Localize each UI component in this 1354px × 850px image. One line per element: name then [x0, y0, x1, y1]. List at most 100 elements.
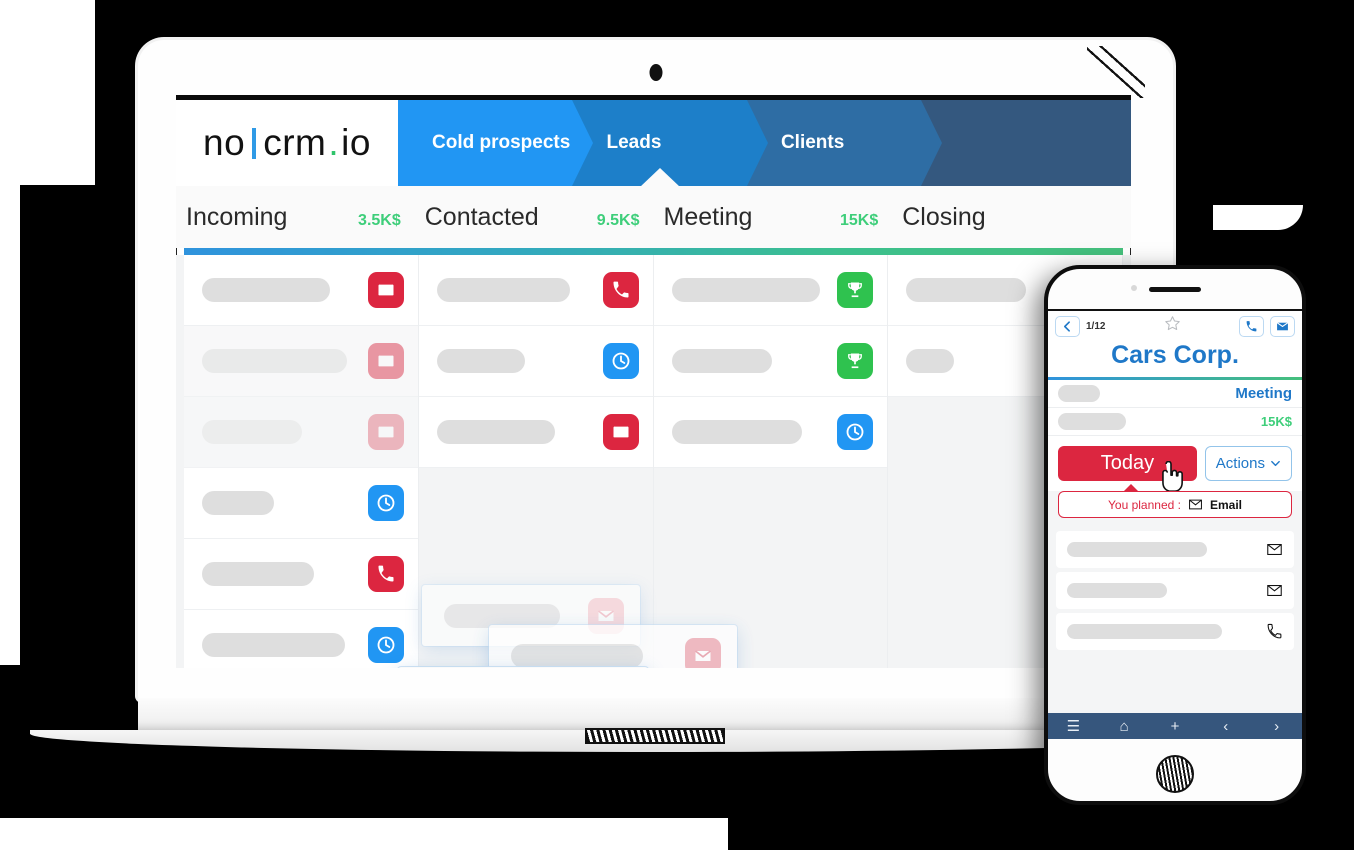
card-placeholder [671, 420, 802, 444]
phone-stage-label: Meeting [1235, 385, 1292, 402]
lead-card[interactable] [653, 397, 888, 468]
trophy-icon[interactable] [837, 272, 874, 308]
card-placeholder [436, 420, 555, 444]
background-patch-left-inner [20, 185, 95, 665]
card-placeholder [444, 603, 560, 628]
drag-ghost-card [489, 625, 737, 668]
actions-button-label: Actions [1215, 455, 1265, 472]
laptop-camera-icon [649, 64, 662, 81]
card-placeholder [671, 278, 820, 302]
phone-mockup: 1/12 Cars Corp. Meeting 15K$ Today Actio… [1044, 265, 1306, 805]
actions-button[interactable]: Actions [1204, 446, 1292, 481]
pipeline-tab-leads[interactable]: Leads [572, 100, 768, 187]
lead-card[interactable] [184, 255, 418, 326]
field-placeholder [1058, 413, 1126, 430]
lead-card[interactable] [418, 255, 653, 326]
stage-header-contacted[interactable]: Contacted 9.5K$ [415, 203, 654, 232]
favorite-button[interactable] [1111, 315, 1233, 337]
lead-card[interactable] [184, 539, 418, 610]
stage-header-incoming[interactable]: Incoming 3.5K$ [176, 203, 415, 232]
pipeline-arrow-icon [746, 100, 768, 186]
phone-icon [1246, 320, 1257, 331]
planned-activity-banner[interactable]: You planned : Email [1058, 484, 1292, 518]
drag-ghost-card-active[interactable] [398, 667, 648, 668]
phone-action-bar: Today Actions [1048, 436, 1302, 493]
lead-card[interactable] [418, 397, 653, 468]
call-button[interactable] [1239, 315, 1264, 337]
clock-icon[interactable] [367, 485, 404, 521]
logo-part-no: no [203, 122, 246, 163]
plus-icon[interactable]: + [1150, 718, 1201, 735]
trophy-icon[interactable] [837, 343, 874, 379]
mail-button[interactable] [1270, 315, 1295, 337]
pipeline-tab-end[interactable] [921, 100, 1131, 186]
clock-icon[interactable] [837, 414, 874, 450]
phone-outline-icon [1267, 623, 1282, 639]
lead-card[interactable] [653, 326, 888, 397]
app-logo[interactable]: no crm . io [176, 100, 398, 186]
chevron-left-icon[interactable]: ‹ [1200, 718, 1251, 735]
lead-card[interactable] [418, 326, 653, 397]
phone-screen: 1/12 Cars Corp. Meeting 15K$ Today Actio… [1048, 309, 1302, 739]
email-icon[interactable] [367, 343, 404, 379]
background-patch-right [1213, 205, 1303, 230]
phone-amount-label: 15K$ [1260, 414, 1292, 429]
clock-icon[interactable] [602, 343, 639, 379]
card-placeholder [202, 278, 330, 302]
pipeline-tab-clients[interactable]: Clients [746, 100, 943, 186]
logo-part-crm: crm [263, 122, 327, 163]
phone-amount-row: 15K$ [1048, 408, 1302, 436]
active-tab-caret [639, 168, 680, 187]
stage-header-meeting[interactable]: Meeting 15K$ [654, 203, 893, 232]
pipeline-tab-cold-prospects[interactable]: Cold prospects [398, 100, 594, 186]
field-placeholder [1058, 385, 1100, 402]
stage-amount: 9.5K$ [596, 211, 640, 229]
stage-name: Incoming [186, 202, 288, 231]
activity-list-item[interactable] [1056, 613, 1294, 650]
home-icon[interactable]: ⌂ [1099, 718, 1150, 735]
phone-toolbar: 1/12 [1048, 311, 1302, 341]
board-empty-slot [654, 468, 888, 539]
phone-icon[interactable] [602, 272, 639, 308]
activity-placeholder [1067, 624, 1222, 639]
lead-card[interactable] [184, 610, 418, 668]
laptop-base-body [138, 698, 1173, 732]
card-placeholder [906, 349, 955, 373]
lead-card[interactable] [653, 255, 888, 326]
logo-divider [252, 127, 257, 159]
email-icon[interactable] [367, 414, 404, 450]
phone-lead-title: Cars Corp. [1048, 341, 1302, 377]
board-column-meeting [653, 255, 889, 668]
activity-list-item[interactable] [1056, 531, 1294, 568]
pipeline-tab-label: Cold prospects [432, 132, 571, 153]
phone-icon[interactable] [367, 556, 404, 592]
pipeline-tabs: Cold prospects Leads Clients [398, 100, 1131, 187]
phone-speaker [1149, 287, 1201, 292]
email-icon[interactable] [367, 272, 404, 308]
activity-list-item[interactable] [1056, 572, 1294, 609]
lead-card[interactable] [184, 468, 418, 539]
pipeline-tab-label: Clients [780, 132, 845, 153]
lead-card[interactable] [184, 326, 418, 397]
clock-icon[interactable] [367, 627, 404, 663]
board-empty-slot [654, 539, 888, 610]
card-placeholder [202, 349, 347, 373]
app-topbar: no crm . io Cold prospects Leads Clients [176, 100, 1131, 187]
pipeline-arrow-icon [572, 100, 594, 186]
email-icon[interactable] [602, 414, 639, 450]
hamburger-icon[interactable]: ☰ [1048, 717, 1099, 735]
phone-camera-icon [1131, 285, 1137, 291]
back-button[interactable] [1055, 315, 1080, 337]
email-outline-icon [1267, 544, 1282, 555]
stage-header-closing[interactable]: Closing [892, 203, 1131, 232]
lead-card[interactable] [184, 397, 418, 468]
board-empty-slot [419, 468, 653, 539]
phone-home-button[interactable] [1156, 755, 1194, 793]
phone-stage-row: Meeting [1048, 380, 1302, 408]
card-placeholder [906, 278, 1027, 302]
stage-name: Closing [902, 202, 986, 231]
chevron-right-icon[interactable]: › [1251, 718, 1302, 735]
board-column-incoming [184, 255, 419, 668]
card-placeholder [436, 278, 570, 302]
card-placeholder [202, 562, 314, 586]
